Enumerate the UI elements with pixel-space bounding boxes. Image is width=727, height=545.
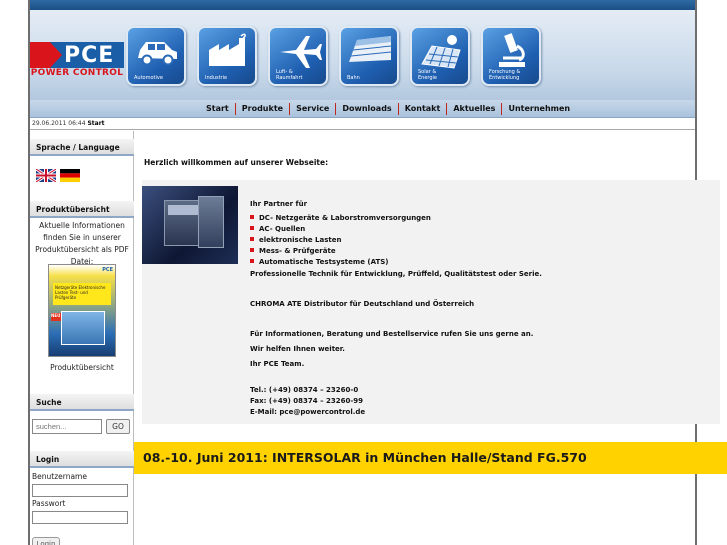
- breadcrumb-page[interactable]: Start: [87, 120, 104, 127]
- category-automotive[interactable]: Automotive: [126, 26, 186, 86]
- category-luft-raumfahrt[interactable]: Luft- & Raumfahrt: [268, 26, 328, 86]
- bullet-square-icon: [250, 226, 254, 230]
- category-label: Bahn: [347, 75, 360, 81]
- category-solar-energie[interactable]: Solar & Energie: [410, 26, 470, 86]
- login-section-title: Login: [30, 451, 134, 468]
- bullet-item: Automatische Testsysteme (ATS): [250, 258, 388, 267]
- tagline: Professionelle Technik für Entwicklung, …: [250, 270, 542, 278]
- bullet-square-icon: [250, 259, 254, 263]
- header-top-bar: [30, 0, 695, 10]
- nav-item-aktuelles[interactable]: Aktuelles: [446, 103, 501, 115]
- main-nav: Start Produkte Service Downloads Kontakt…: [30, 100, 695, 118]
- nav-item-start[interactable]: Start: [200, 103, 235, 115]
- product-section-title: Produktübersicht: [30, 201, 134, 218]
- bullet-item: AC- Quellen: [250, 225, 305, 234]
- bullet-square-icon: [250, 248, 254, 252]
- bullet-square-icon: [250, 237, 254, 241]
- car-icon: [138, 42, 177, 66]
- nav-item-produkte[interactable]: Produkte: [234, 103, 289, 115]
- category-industrie[interactable]: Industrie: [197, 26, 257, 86]
- device-image: [198, 196, 224, 248]
- train-icon: [349, 36, 392, 62]
- fax: Fax: (+49) 08374 – 23260-99: [250, 397, 364, 405]
- product-overview-link[interactable]: Produktübersicht: [32, 362, 132, 374]
- info-text-1: Für Informationen, Beratung und Bestells…: [250, 330, 534, 338]
- telephone: Tel.: (+49) 08374 – 23260-0: [250, 386, 359, 394]
- logo-main-text: PCE: [64, 43, 115, 68]
- brochure-logo: PCE: [102, 267, 113, 273]
- username-field[interactable]: [32, 484, 128, 497]
- logo-sub-text: POWER CONTROL: [30, 68, 124, 78]
- page: PCE POWER CONTROL Automotive Industrie L…: [0, 0, 727, 545]
- event-banner-text: 08.-10. Juni 2011: INTERSOLAR in München…: [143, 450, 587, 465]
- bullet-square-icon: [250, 215, 254, 219]
- partner-intro: Ihr Partner für: [250, 200, 308, 208]
- nav-items: Start Produkte Service Downloads Kontakt…: [200, 100, 576, 118]
- category-label: Solar & Energie: [418, 69, 438, 81]
- category-forschung-entwicklung[interactable]: Forschung & Entwicklung: [481, 26, 541, 86]
- bullet-item: Mess- & Prüfgeräte: [250, 247, 336, 256]
- nav-item-service[interactable]: Service: [289, 103, 335, 115]
- password-field[interactable]: [32, 511, 128, 524]
- factory-icon: [209, 33, 246, 66]
- product-description: Aktuelle Informationen finden Sie in uns…: [35, 221, 129, 266]
- nav-item-downloads[interactable]: Downloads: [335, 103, 397, 115]
- breadcrumb: 29.06.2011 06:44 Start: [30, 119, 695, 130]
- category-label: Luft- & Raumfahrt: [276, 69, 303, 81]
- category-label: Automotive: [134, 75, 163, 81]
- brochure-image: [61, 311, 105, 345]
- product-brochure-thumbnail[interactable]: PCE Netzgeräte Elektronische Lasten Test…: [48, 264, 116, 357]
- airplane-icon: [280, 36, 322, 68]
- solar-icon: [421, 35, 461, 69]
- event-banner[interactable]: 08.-10. Juni 2011: INTERSOLAR in München…: [134, 442, 727, 474]
- sidebar: Sprache / Language Produktübersicht Aktu…: [30, 131, 134, 545]
- password-label: Passwort: [32, 499, 66, 508]
- german-flag-icon[interactable]: [60, 169, 80, 182]
- bullet-item: elektronische Lasten: [250, 236, 341, 245]
- search-section-title: Suche: [30, 394, 134, 411]
- search-go-button[interactable]: GO: [106, 419, 130, 434]
- nav-item-kontakt[interactable]: Kontakt: [397, 103, 447, 115]
- info-text-2: Wir helfen Ihnen weiter.: [250, 345, 345, 353]
- breadcrumb-datetime: 29.06.2011 06:44: [32, 120, 86, 127]
- microscope-icon: [499, 33, 525, 67]
- category-label: Industrie: [205, 75, 228, 81]
- search-input[interactable]: [32, 419, 102, 434]
- nav-item-unternehmen[interactable]: Unternehmen: [501, 103, 576, 115]
- product-photo: [142, 186, 238, 264]
- category-label: Forschung & Entwicklung: [489, 69, 521, 81]
- uk-flag-icon[interactable]: [36, 169, 56, 182]
- language-section-title: Sprache / Language: [30, 139, 134, 156]
- pce-logo[interactable]: PCE POWER CONTROL: [30, 42, 124, 78]
- partner-info-box: Ihr Partner für DC- Netzgeräte & Laborst…: [142, 180, 720, 424]
- welcome-heading: Herzlich willkommen auf unserer Webseite…: [144, 158, 329, 167]
- login-button[interactable]: Login: [32, 537, 60, 545]
- bullet-item: DC- Netzgeräte & Laborstromversorgungen: [250, 214, 431, 223]
- chroma-distributor-text: CHROMA ATE Distributor für Deutschland u…: [250, 300, 475, 308]
- header: PCE POWER CONTROL Automotive Industrie L…: [30, 0, 695, 100]
- brochure-text: Netzgeräte Elektronische Lasten Test- un…: [53, 283, 111, 305]
- category-bahn[interactable]: Bahn: [339, 26, 399, 86]
- username-label: Benutzername: [32, 472, 87, 481]
- info-text-3: Ihr PCE Team.: [250, 360, 305, 368]
- email-link[interactable]: E-Mail: pce@powercontrol.de: [250, 408, 365, 417]
